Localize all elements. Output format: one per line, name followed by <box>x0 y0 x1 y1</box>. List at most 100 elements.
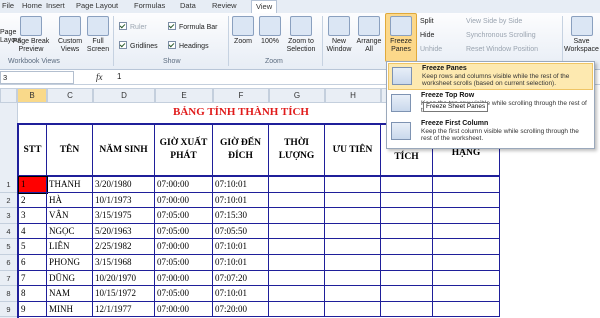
table-cell[interactable] <box>381 223 433 240</box>
tab-insert[interactable]: Insert <box>46 0 65 13</box>
gridlines-checkbox[interactable]: Gridlines <box>119 41 158 51</box>
table-cell[interactable] <box>381 255 433 271</box>
custom-views-button[interactable]: Custom Views <box>56 16 84 54</box>
table-cell[interactable]: 07:05:00 <box>155 223 213 240</box>
table-cell[interactable] <box>433 255 500 271</box>
table-cell[interactable]: 07:05:00 <box>155 208 213 224</box>
new-window-button[interactable]: New Window <box>325 16 353 54</box>
header-cell[interactable]: NĂM SINH <box>93 125 155 175</box>
table-cell[interactable]: 2 <box>19 192 47 209</box>
save-workspace-button[interactable]: Save Workspace <box>563 16 600 54</box>
tab-home[interactable]: Home <box>22 0 42 13</box>
table-cell[interactable] <box>269 177 325 193</box>
table-cell[interactable] <box>269 301 325 318</box>
table-cell[interactable]: DŨNG <box>47 270 93 287</box>
tab-file[interactable]: File <box>2 0 14 13</box>
table-cell[interactable]: 8 <box>19 286 47 302</box>
header-cell[interactable]: ƯU TIÊN <box>325 125 381 175</box>
table-cell[interactable]: 07:10:01 <box>213 255 269 271</box>
table-cell[interactable]: 12/1/1977 <box>93 301 155 318</box>
row-header[interactable]: 4 <box>0 224 17 240</box>
freeze-panes-button[interactable]: Freeze Panes <box>385 13 417 62</box>
header-cell[interactable]: THỜI LƯỢNG <box>269 125 325 175</box>
table-cell[interactable] <box>325 177 381 193</box>
view-side-by-side-button[interactable]: View Side by Side <box>466 17 522 26</box>
table-cell[interactable]: 07:00:00 <box>155 270 213 287</box>
table-cell[interactable]: 4 <box>19 223 47 240</box>
table-cell[interactable] <box>381 270 433 287</box>
menu-item-freeze-first-column[interactable]: Freeze First Column Keep the first colum… <box>388 119 593 146</box>
table-cell[interactable] <box>381 286 433 302</box>
table-cell[interactable] <box>381 192 433 209</box>
table-cell[interactable]: 07:15:30 <box>213 208 269 224</box>
table-cell[interactable]: 07:00:00 <box>155 301 213 318</box>
table-cell[interactable] <box>433 223 500 240</box>
row-header[interactable]: 8 <box>0 286 17 302</box>
table-cell[interactable]: 07:07:20 <box>213 270 269 287</box>
select-all-corner[interactable] <box>0 88 17 103</box>
formula-bar-checkbox[interactable]: Formula Bar <box>168 22 218 32</box>
table-cell[interactable] <box>325 301 381 318</box>
table-cell[interactable]: 6 <box>19 255 47 271</box>
column-header[interactable]: H <box>325 88 381 103</box>
synchronous-scrolling-button[interactable]: Synchronous Scrolling <box>466 31 536 40</box>
column-header[interactable]: B <box>17 88 47 103</box>
menu-item-freeze-top-row[interactable]: Freeze Top Row Keep the top row visible … <box>388 91 593 118</box>
table-cell[interactable]: 07:10:01 <box>213 239 269 255</box>
table-cell[interactable] <box>325 255 381 271</box>
table-cell[interactable]: 7 <box>19 270 47 287</box>
zoom-button[interactable]: Zoom <box>231 16 255 46</box>
table-cell[interactable] <box>381 301 433 318</box>
table-cell[interactable] <box>269 223 325 240</box>
table-cell[interactable]: 3/20/1980 <box>93 177 155 193</box>
header-cell[interactable]: TÊN <box>47 125 93 175</box>
row-header[interactable]: 1 <box>0 177 17 193</box>
row-header[interactable]: 2 <box>0 193 17 209</box>
table-cell[interactable]: 3/15/1968 <box>93 255 155 271</box>
formula-input[interactable]: 1 <box>117 72 121 81</box>
table-cell[interactable] <box>325 286 381 302</box>
table-cell[interactable]: 07:00:00 <box>155 177 213 193</box>
row-header[interactable]: 6 <box>0 255 17 271</box>
table-cell[interactable]: 5 <box>19 239 47 255</box>
tab-review[interactable]: Review <box>212 0 237 13</box>
headings-checkbox[interactable]: Headings <box>168 41 209 51</box>
tab-data[interactable]: Data <box>180 0 196 13</box>
table-cell[interactable] <box>325 208 381 224</box>
zoom-to-selection-button[interactable]: Zoom to Selection <box>284 16 318 54</box>
table-cell[interactable] <box>381 239 433 255</box>
table-cell[interactable] <box>433 177 500 193</box>
table-cell[interactable]: 10/20/1970 <box>93 270 155 287</box>
table-cell[interactable]: 2/25/1982 <box>93 239 155 255</box>
table-cell[interactable]: 5/20/1963 <box>93 223 155 240</box>
table-cell[interactable]: 07:05:00 <box>155 286 213 302</box>
table-cell[interactable]: 07:20:00 <box>213 301 269 318</box>
header-cell[interactable]: GIỜ XUẤT PHÁT <box>155 125 213 175</box>
row-header[interactable]: 5 <box>0 239 17 255</box>
table-cell[interactable] <box>433 286 500 302</box>
table-cell[interactable]: 3 <box>19 208 47 224</box>
name-box[interactable]: 3 <box>0 71 74 84</box>
column-header[interactable]: G <box>269 88 325 103</box>
table-cell[interactable]: 07:10:01 <box>213 177 269 193</box>
header-cell[interactable]: STT <box>19 125 47 175</box>
column-header[interactable]: C <box>47 88 93 103</box>
table-cell[interactable] <box>269 255 325 271</box>
row-header[interactable]: 7 <box>0 271 17 287</box>
table-cell[interactable]: VÂN <box>47 208 93 224</box>
table-cell[interactable] <box>325 270 381 287</box>
table-cell[interactable] <box>325 192 381 209</box>
table-cell[interactable]: 07:10:01 <box>213 192 269 209</box>
table-cell[interactable] <box>433 270 500 287</box>
full-screen-button[interactable]: Full Screen <box>86 16 110 54</box>
page-break-preview-button[interactable]: Page Break Preview <box>12 16 50 54</box>
fx-icon[interactable]: fx <box>96 72 103 82</box>
header-cell[interactable]: GIỜ ĐẾN ĐÍCH <box>213 125 269 175</box>
column-header[interactable]: E <box>155 88 213 103</box>
table-cell[interactable] <box>381 177 433 193</box>
table-cell[interactable]: 07:05:00 <box>155 255 213 271</box>
table-cell[interactable]: PHONG <box>47 255 93 271</box>
table-cell[interactable] <box>433 192 500 209</box>
table-cell[interactable]: 9 <box>19 301 47 318</box>
table-cell[interactable]: NGỌC <box>47 223 93 240</box>
